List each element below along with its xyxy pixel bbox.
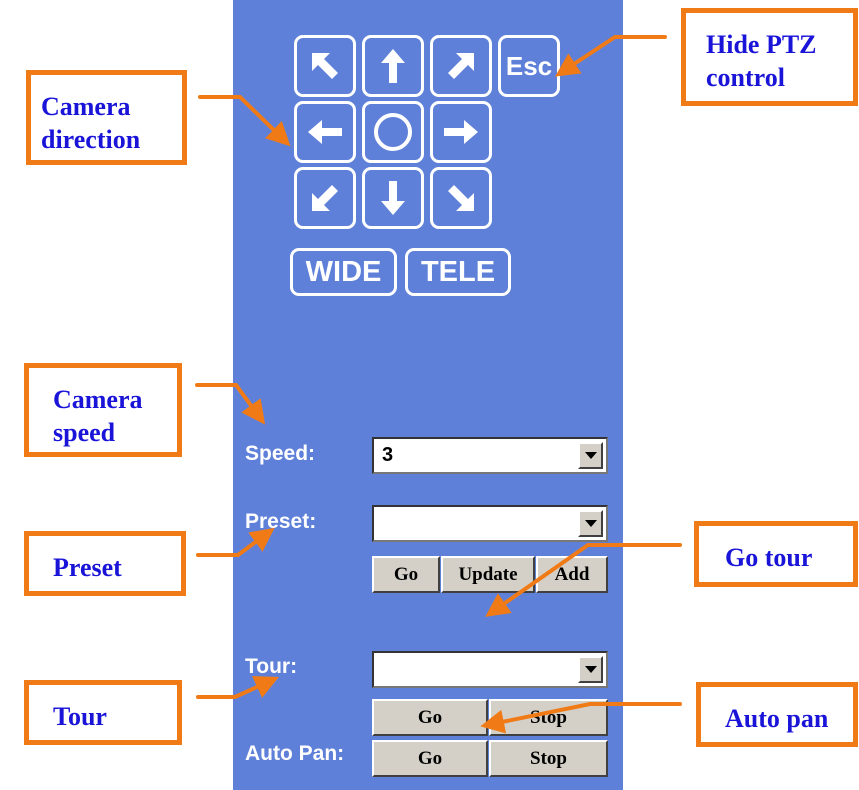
tour-label: Tour:	[245, 655, 298, 678]
arrow-down-right-icon	[448, 185, 474, 211]
annotation-text: speed	[53, 417, 116, 447]
annotation-text: Hide PTZ	[706, 30, 817, 59]
preset-label: Preset:	[245, 510, 317, 533]
preset-select[interactable]	[372, 505, 608, 542]
annotation-text: Preset	[53, 553, 122, 582]
tour-stop-label: Stop	[530, 706, 567, 728]
annotation-text: Go tour	[725, 543, 813, 572]
esc-label: Esc	[505, 50, 553, 81]
arrow-up-icon	[381, 49, 405, 83]
annotation-camera-speed: Camera speed	[24, 363, 182, 457]
annotation-text: control	[706, 62, 785, 92]
pan-up-left-button[interactable]	[294, 35, 356, 97]
auto-pan-stop-button[interactable]: Stop	[489, 740, 608, 777]
preset-go-label: Go	[393, 563, 419, 585]
annotation-text: Camera	[53, 385, 143, 414]
arrow-up-right-icon	[448, 53, 474, 79]
zoom-tele-button[interactable]: TELE	[405, 248, 511, 296]
annotation-text: Tour	[53, 702, 107, 731]
tour-stop-button[interactable]: Stop	[489, 699, 608, 736]
preset-add-label: Add	[554, 563, 590, 585]
preset-update-label: Update	[458, 563, 518, 585]
annotation-text: direction	[41, 124, 141, 154]
wide-label: WIDE	[305, 255, 382, 288]
dropdown-arrow-icon[interactable]	[578, 656, 603, 683]
speed-select[interactable]: 3	[372, 437, 608, 474]
esc-hide-ptz-button[interactable]: Esc	[498, 35, 560, 97]
annotation-go-tour: Go tour	[694, 521, 858, 587]
auto-pan-go-button[interactable]: Go	[372, 740, 488, 777]
annotation-auto-pan: Auto pan	[696, 682, 858, 747]
tilt-up-button[interactable]	[362, 35, 424, 97]
auto-pan-label: Auto Pan:	[245, 742, 345, 765]
pan-down-right-button[interactable]	[430, 167, 492, 229]
pan-left-button[interactable]	[294, 101, 356, 163]
pan-right-button[interactable]	[430, 101, 492, 163]
auto-pan-stop-label: Stop	[530, 747, 567, 769]
circle-home-icon	[374, 113, 412, 151]
annotation-text: Auto pan	[725, 704, 829, 733]
speed-value: 3	[382, 444, 394, 466]
speed-label: Speed:	[245, 442, 316, 465]
annotation-hide-ptz: Hide PTZ control	[681, 8, 858, 106]
preset-go-button[interactable]: Go	[372, 556, 440, 593]
dropdown-arrow-icon[interactable]	[578, 442, 603, 469]
arrow-down-left-icon	[312, 185, 338, 211]
annotation-camera-direction: Camera direction	[26, 70, 187, 165]
zoom-wide-button[interactable]: WIDE	[290, 248, 397, 296]
preset-update-button[interactable]: Update	[441, 556, 535, 593]
pan-up-right-button[interactable]	[430, 35, 492, 97]
tour-go-label: Go	[417, 706, 443, 728]
arrow-right-icon	[444, 120, 478, 144]
preset-add-button[interactable]: Add	[536, 556, 608, 593]
annotation-tour: Tour	[24, 680, 182, 745]
tele-label: TELE	[420, 255, 496, 288]
tour-select[interactable]	[372, 651, 608, 688]
home-button[interactable]	[362, 101, 424, 163]
arrow-left-icon	[308, 120, 342, 144]
tour-go-button[interactable]: Go	[372, 699, 488, 736]
annotation-text: Camera	[41, 92, 131, 121]
auto-pan-go-label: Go	[417, 747, 443, 769]
tilt-down-button[interactable]	[362, 167, 424, 229]
pan-down-left-button[interactable]	[294, 167, 356, 229]
annotation-preset: Preset	[24, 531, 186, 596]
arrow-down-icon	[381, 181, 405, 215]
arrow-up-left-icon	[312, 53, 338, 79]
dropdown-arrow-icon[interactable]	[578, 510, 603, 537]
